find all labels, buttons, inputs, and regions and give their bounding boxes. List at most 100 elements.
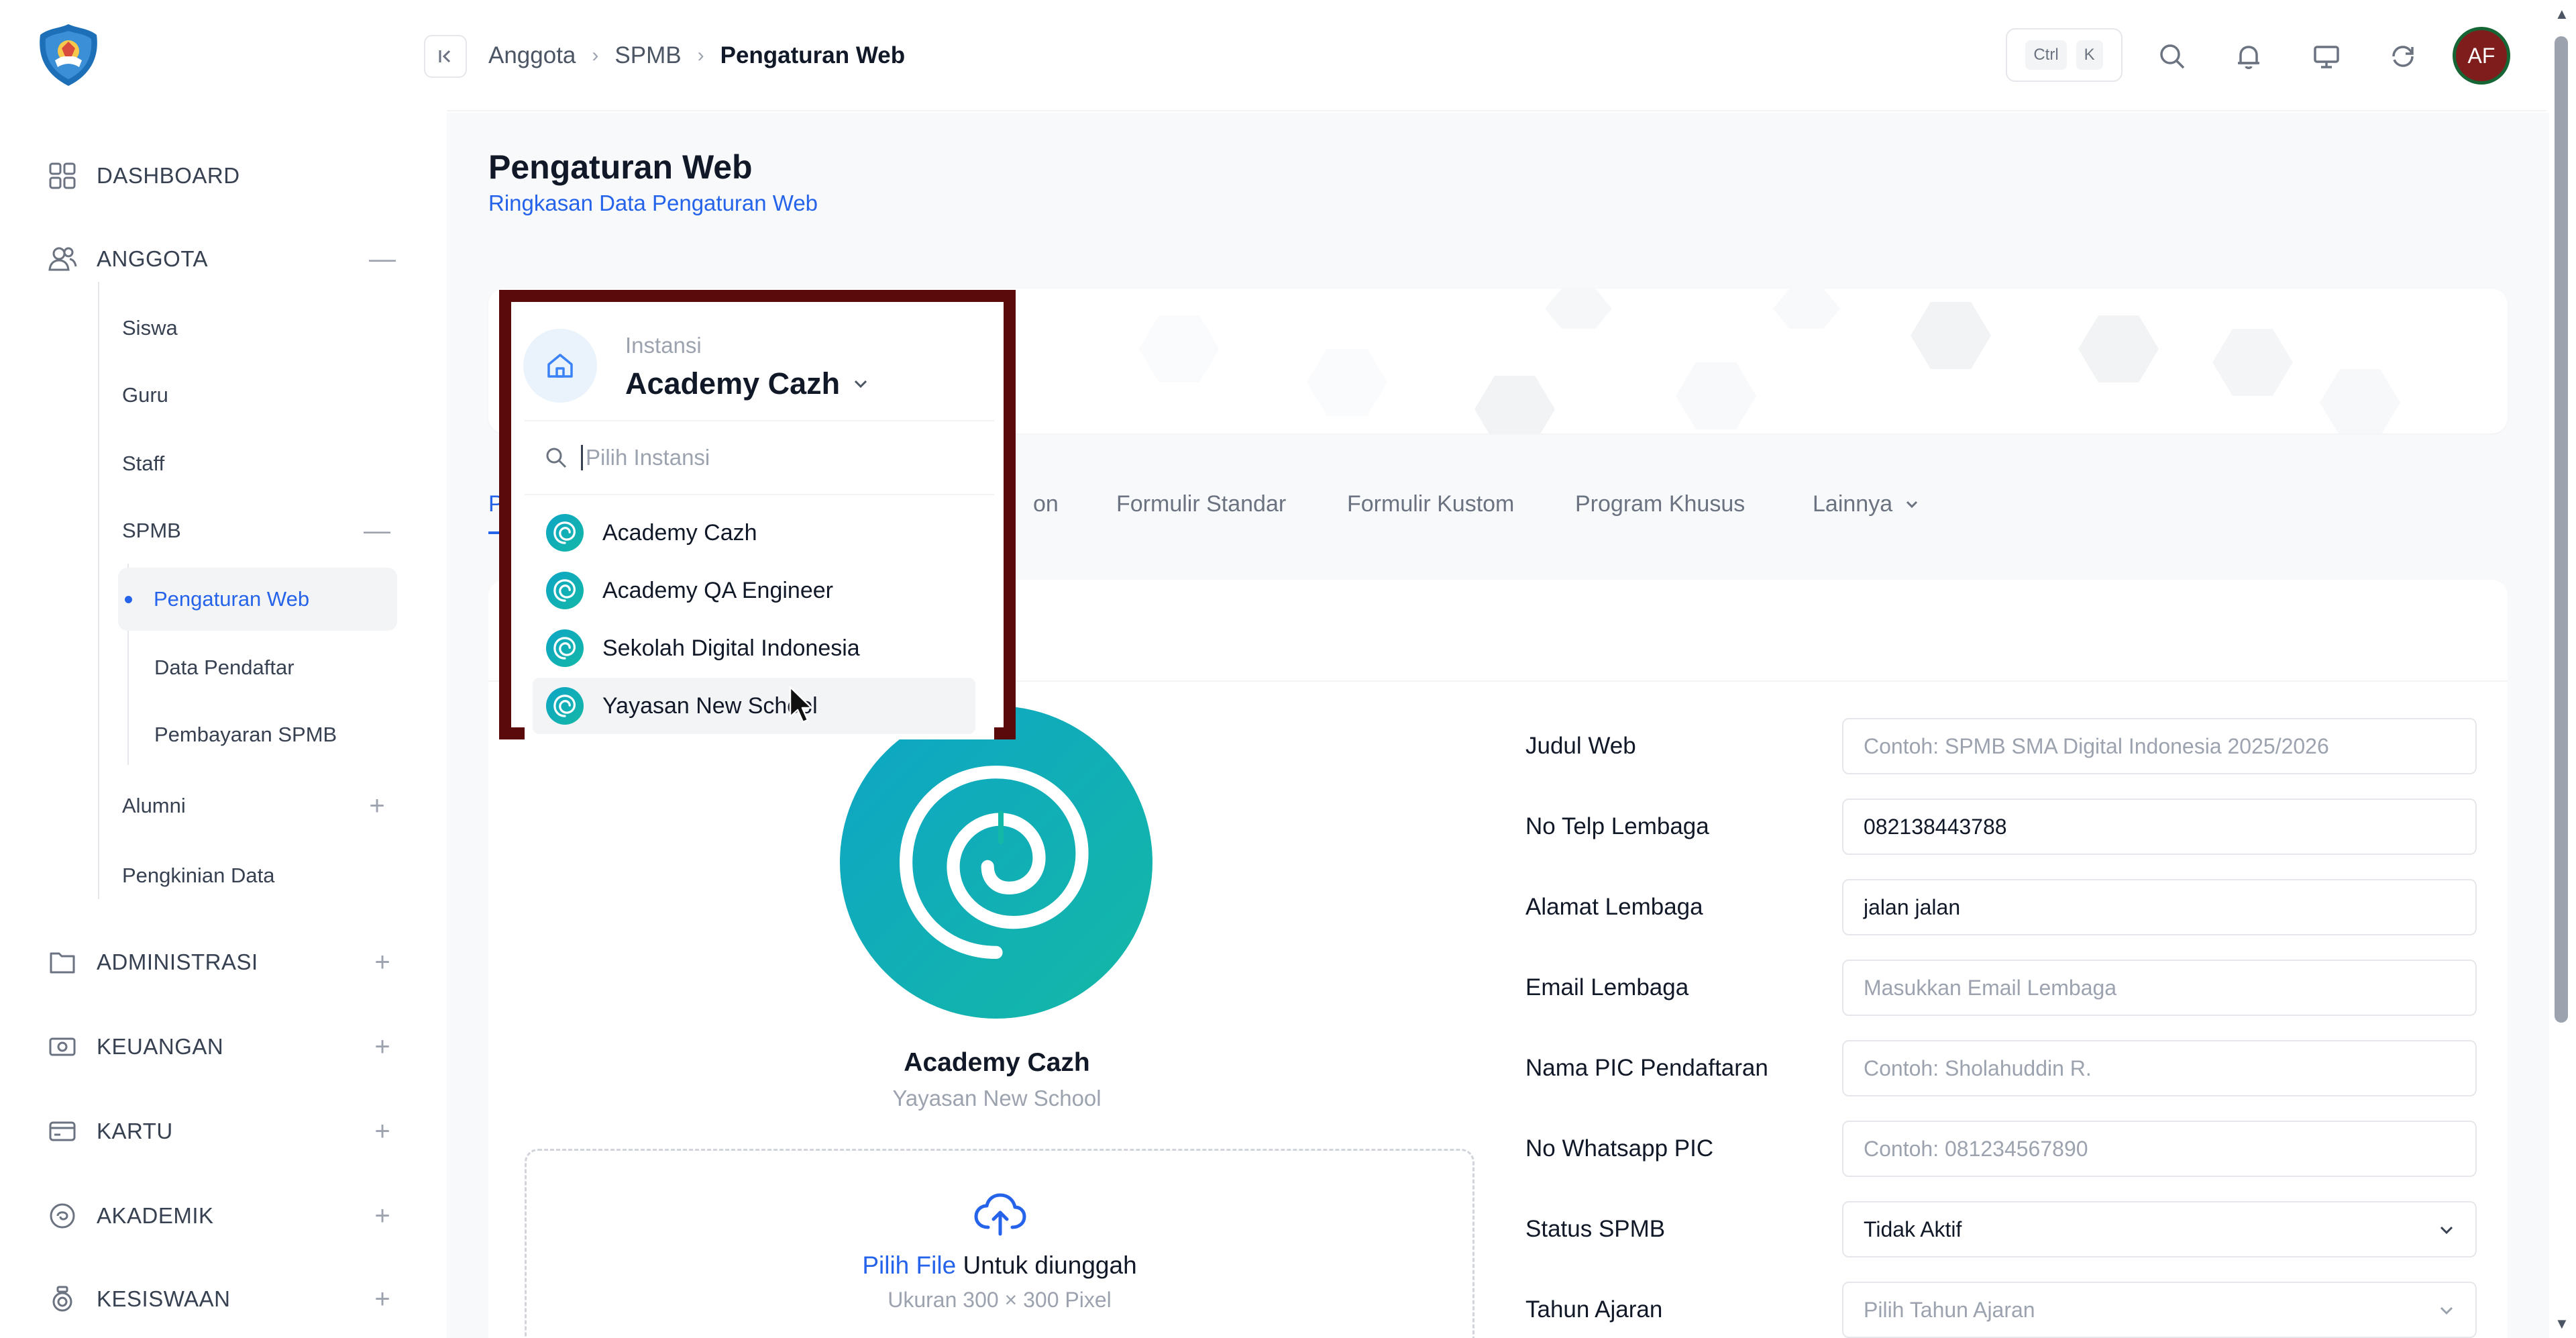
collapse-toggle[interactable]: — (369, 246, 396, 272)
app-logo[interactable] (35, 21, 102, 89)
command-shortcut[interactable]: Ctrl K (2006, 28, 2123, 82)
pic-name-input[interactable] (1842, 1040, 2477, 1096)
no-telp-input[interactable]: 082138443788 (1842, 799, 2477, 855)
sidebar-item-pembayaran-spmb[interactable]: Pembayaran SPMB (154, 718, 337, 752)
monitor-icon[interactable] (2308, 38, 2345, 75)
bell-icon[interactable] (2230, 38, 2267, 75)
institution-parent: Yayasan New School (892, 1086, 1102, 1111)
chevron-down-icon (2440, 1306, 2453, 1315)
instansi-caption: Instansi (625, 333, 702, 358)
whatsapp-input[interactable] (1842, 1121, 2477, 1177)
option-label: Academy Cazh (602, 519, 757, 546)
badge-icon (47, 1284, 78, 1315)
active-dot (125, 595, 132, 603)
instansi-select[interactable]: Academy Cazh (625, 366, 869, 401)
sidebar-item-spmb[interactable]: SPMB — (122, 514, 404, 548)
collapse-left-icon (439, 50, 451, 63)
sidebar-item-alumni[interactable]: Alumni + (122, 789, 404, 823)
chevron-down-icon (2440, 1226, 2453, 1235)
tahun-ajaran-select[interactable]: Pilih Tahun Ajaran (1842, 1282, 2477, 1338)
instansi-option[interactable]: Academy QA Engineer (533, 562, 975, 619)
judul-web-input[interactable] (1842, 718, 2477, 774)
spiral-logo-icon (546, 629, 584, 667)
breadcrumb-current: Pengaturan Web (720, 42, 906, 68)
alamat-input[interactable]: jalan jalan (1842, 879, 2477, 935)
chevron-down-icon (855, 380, 867, 389)
instansi-search (525, 421, 994, 495)
nav-anggota[interactable]: ANGGOTA — (47, 239, 396, 279)
book-icon (47, 1200, 78, 1231)
sidebar-item-label: Data Pendaftar (154, 656, 294, 679)
expand-toggle[interactable]: + (369, 1286, 396, 1313)
instansi-dropdown-highlight: Instansi Academy Cazh Academy Cazh Acade… (499, 290, 1016, 844)
expand-toggle[interactable]: + (369, 1202, 396, 1229)
sidebar-item-label: Siswa (122, 316, 178, 340)
scroll-thumb[interactable] (2555, 36, 2568, 1023)
nav-administrasi[interactable]: ADMINISTRASI + (47, 942, 396, 982)
sidebar-item-pengaturan-web[interactable]: Pengaturan Web (118, 568, 397, 631)
refresh-icon[interactable] (2384, 38, 2422, 75)
search-icon[interactable] (2153, 38, 2191, 75)
grid-icon (47, 160, 78, 191)
nav-label: KARTU (97, 1119, 173, 1143)
breadcrumb-item[interactable]: SPMB (614, 42, 681, 69)
tree-line (98, 282, 99, 899)
tab-partial[interactable]: on (1033, 475, 1059, 533)
nav-kartu[interactable]: KARTU + (47, 1111, 396, 1151)
sidebar-item-label: Pengaturan Web (154, 587, 310, 611)
sidebar-item-guru[interactable]: Guru (122, 378, 168, 412)
tab-program-khusus[interactable]: Program Khusus (1575, 475, 1745, 533)
field-label: No Whatsapp PIC (1525, 1135, 1714, 1162)
folder-icon (47, 947, 78, 978)
nav-akademik[interactable]: AKADEMIK + (47, 1196, 396, 1236)
sidebar-collapse-button[interactable] (424, 35, 467, 78)
expand-toggle[interactable]: + (369, 949, 396, 976)
page-scrollbar[interactable]: ▲ ▼ (2549, 0, 2576, 1338)
instansi-option-hovered[interactable]: Yayasan New School (533, 678, 975, 734)
scroll-up-arrow[interactable]: ▲ (2555, 5, 2569, 23)
sidebar-item-siswa[interactable]: Siswa (122, 311, 178, 345)
expand-toggle[interactable]: + (364, 791, 390, 821)
nav-label: ANGGOTA (97, 246, 209, 271)
collapse-toggle[interactable]: — (364, 516, 390, 546)
nav-kesiswaan[interactable]: KESISWAAN + (47, 1279, 396, 1319)
option-label: Sekolah Digital Indonesia (602, 635, 860, 661)
kbd-key: K (2076, 40, 2103, 70)
field-label: No Telp Lembaga (1525, 813, 1709, 839)
email-input[interactable] (1842, 960, 2477, 1016)
status-spmb-select[interactable]: Tidak Aktif (1842, 1201, 2477, 1257)
tab-formulir-standar[interactable]: Formulir Standar (1116, 475, 1286, 533)
sidebar-item-staff[interactable]: Staff (122, 447, 164, 480)
sidebar-item-pengkinian-data[interactable]: Pengkinian Data (122, 859, 275, 892)
nav-dashboard[interactable]: DASHBOARD (47, 156, 396, 196)
field-label: Tahun Ajaran (1525, 1296, 1663, 1323)
field-label: Judul Web (1525, 733, 1636, 759)
home-icon (523, 329, 597, 403)
nav-keuangan[interactable]: KEUANGAN + (47, 1027, 396, 1067)
scroll-down-arrow[interactable]: ▼ (2555, 1315, 2569, 1333)
instansi-option[interactable]: Sekolah Digital Indonesia (533, 620, 975, 676)
tab-label: Lainnya (1813, 491, 1893, 517)
upload-size-hint: Ukuran 300 × 300 Pixel (888, 1288, 1112, 1312)
upload-dropzone[interactable]: Pilih File Untuk diunggah Ukuran 300 × 3… (525, 1149, 1474, 1338)
sidebar-item-label: SPMB (122, 519, 181, 542)
choose-file-link[interactable]: Pilih File (862, 1251, 956, 1279)
breadcrumb: Anggota › SPMB › Pengaturan Web (488, 39, 905, 72)
sidebar-item-data-pendaftar[interactable]: Data Pendaftar (154, 651, 294, 684)
breadcrumb-item[interactable]: Anggota (488, 42, 576, 69)
avatar[interactable]: AF (2453, 27, 2510, 85)
expand-toggle[interactable]: + (369, 1033, 396, 1060)
instansi-options-panel: Academy Cazh Academy QA Engineer Sekolah… (525, 420, 1004, 844)
spiral-logo-icon (546, 687, 584, 725)
chevron-right-icon: › (697, 44, 704, 66)
instansi-search-input[interactable] (581, 445, 957, 470)
expand-toggle[interactable]: + (369, 1118, 396, 1145)
tab-formulir-kustom[interactable]: Formulir Kustom (1347, 475, 1514, 533)
dropdown-scrollbar[interactable] (998, 811, 1004, 844)
tab-lainnya[interactable]: Lainnya (1813, 475, 1919, 533)
nav-label: ADMINISTRASI (97, 949, 258, 974)
instansi-option[interactable]: Academy Cazh (533, 505, 975, 561)
page-title: Pengaturan Web (488, 148, 753, 186)
sidebar: DASHBOARD ANGGOTA — Siswa Guru Staff SPM… (0, 0, 447, 1338)
sidebar-item-label: Pengkinian Data (122, 864, 275, 887)
